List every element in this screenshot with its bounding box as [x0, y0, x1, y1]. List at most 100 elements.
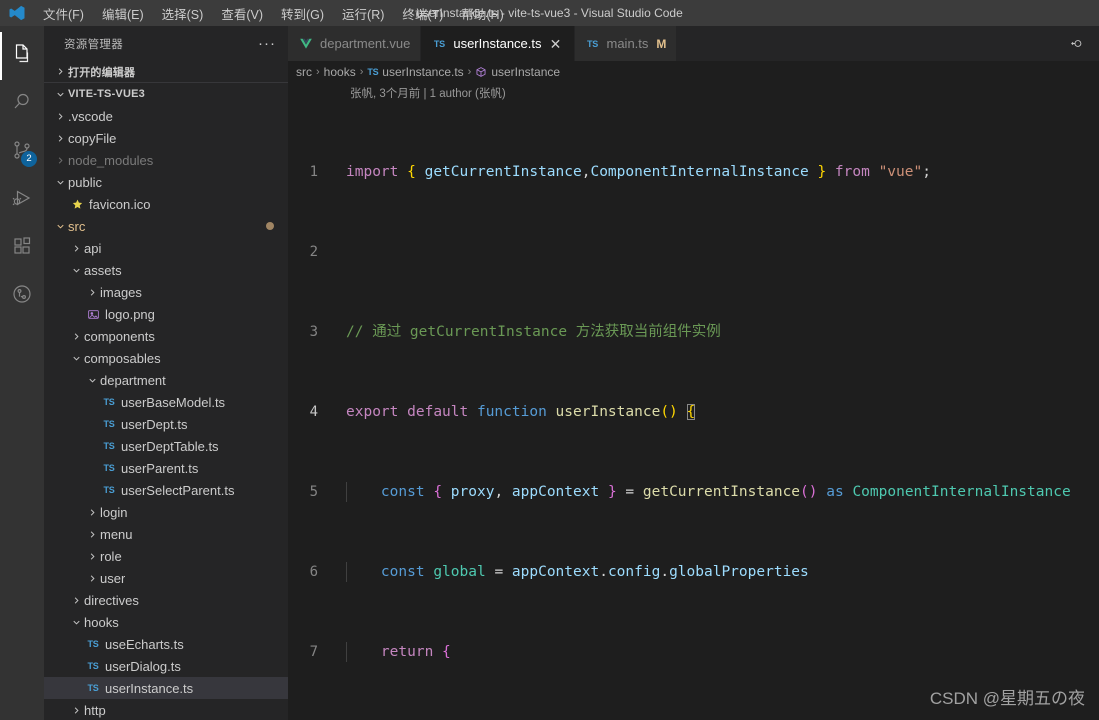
tree-folder-http[interactable]: http	[44, 699, 288, 720]
code-line[interactable]: 6 const global = appContext.config.globa…	[288, 562, 1099, 582]
code-line[interactable]: 2	[288, 242, 1099, 262]
tab-userinstance-ts[interactable]: TS userInstance.ts ✕	[421, 26, 575, 61]
close-icon[interactable]: ✕	[548, 37, 564, 51]
tree-folder-src[interactable]: src	[44, 215, 288, 237]
tree-folder-node-modules[interactable]: node_modules	[44, 149, 288, 171]
line-text[interactable]: const { proxy, appContext } = getCurrent…	[332, 482, 1099, 502]
tree-folder-hooks[interactable]: hooks	[44, 611, 288, 633]
menu-selection[interactable]: 选择(S)	[153, 1, 213, 26]
tree-folder-user[interactable]: user	[44, 567, 288, 589]
tree-file-userparent-ts[interactable]: TS userParent.ts	[44, 457, 288, 479]
more-actions-icon[interactable]: ···	[252, 36, 282, 51]
chevron-right-icon	[84, 507, 100, 518]
activitybar-item-gitlens[interactable]	[0, 272, 44, 320]
menu-view[interactable]: 查看(V)	[212, 1, 272, 26]
code-editor[interactable]: 张帆, 3个月前 | 1 author (张帆) 1 import { getC…	[288, 83, 1099, 720]
tree-folder--vscode[interactable]: .vscode	[44, 105, 288, 127]
code-line[interactable]: 3 // 通过 getCurrentInstance 方法获取当前组件实例	[288, 322, 1099, 342]
line-text[interactable]: export default function userInstance() {	[332, 402, 1099, 422]
tab-main-ts[interactable]: TS main.ts M	[574, 26, 678, 61]
explorer-tree[interactable]: 打开的编辑器 VITE-TS-VUE3 .vscode copyFile node_…	[44, 61, 288, 720]
tree-item-label: useEcharts.ts	[105, 636, 184, 652]
breadcrumb-item-src[interactable]: src	[296, 65, 312, 79]
tree-folder-images[interactable]: images	[44, 281, 288, 303]
tab-label: userInstance.ts	[453, 36, 542, 51]
symbol-function-icon	[475, 66, 487, 78]
line-number: 7	[309, 644, 318, 660]
tree-file-userinstance-ts[interactable]: TS userInstance.ts	[44, 677, 288, 699]
title-bar: 文件(F) 编辑(E) 选择(S) 查看(V) 转到(G) 运行(R) 终端(T…	[0, 0, 1099, 26]
ts-icon: TS	[87, 683, 99, 693]
menu-file[interactable]: 文件(F)	[34, 1, 93, 26]
activitybar-item-run-debug[interactable]	[0, 176, 44, 224]
section-open-editors[interactable]: 打开的编辑器	[44, 61, 288, 83]
tree-item-label: .vscode	[68, 108, 113, 124]
run-python-file-icon[interactable]	[1068, 35, 1085, 52]
tree-folder-role[interactable]: role	[44, 545, 288, 567]
tree-item-label: components	[84, 328, 155, 344]
activitybar-item-search[interactable]	[0, 80, 44, 128]
tree-folder-directives[interactable]: directives	[44, 589, 288, 611]
tree-folder-copyfile[interactable]: copyFile	[44, 127, 288, 149]
tree-folder-components[interactable]: components	[44, 325, 288, 347]
tree-file-userselectparent-ts[interactable]: TS userSelectParent.ts	[44, 479, 288, 501]
ts-icon: TS	[103, 441, 115, 451]
tree-item-label: userSelectParent.ts	[121, 482, 235, 498]
menu-run[interactable]: 运行(R)	[333, 1, 393, 26]
code-line[interactable]: 7 return {	[288, 642, 1099, 662]
line-text[interactable]	[332, 242, 1099, 262]
tab-label: department.vue	[320, 36, 411, 51]
breadcrumb[interactable]: src › hooks › TS userInstance.ts › userI…	[288, 61, 1099, 83]
tree-file-favicon-ico[interactable]: favicon.ico	[44, 193, 288, 215]
breadcrumb-item-symbol[interactable]: userInstance	[475, 65, 560, 79]
tree-file-userdepttable-ts[interactable]: TS userDeptTable.ts	[44, 435, 288, 457]
code-line[interactable]: 5 const { proxy, appContext } = getCurre…	[288, 482, 1099, 502]
breadcrumb-item-hooks[interactable]: hooks	[324, 65, 356, 79]
tree-file-userdept-ts[interactable]: TS userDept.ts	[44, 413, 288, 435]
line-number: 5	[309, 484, 318, 500]
menu-edit[interactable]: 编辑(E)	[93, 1, 153, 26]
tree-folder-assets[interactable]: assets	[44, 259, 288, 281]
chevron-right-icon	[68, 705, 84, 716]
tree-folder-menu[interactable]: menu	[44, 523, 288, 545]
ts-icon: TS	[103, 463, 115, 473]
activitybar-item-extensions[interactable]	[0, 224, 44, 272]
tree-file-userbasemodel-ts[interactable]: TS userBaseModel.ts	[44, 391, 288, 413]
menu-go[interactable]: 转到(G)	[272, 1, 333, 26]
line-text[interactable]: import { getCurrentInstance,ComponentInt…	[332, 162, 1099, 182]
line-text[interactable]: return {	[332, 642, 1099, 662]
line-text[interactable]: const global = appContext.config.globalP…	[332, 562, 1099, 582]
section-project-root[interactable]: VITE-TS-VUE3	[44, 83, 288, 105]
tree-file-logo-png[interactable]: logo.png	[44, 303, 288, 325]
tree-file-userdialog-ts[interactable]: TS userDialog.ts	[44, 655, 288, 677]
star-icon	[68, 198, 86, 211]
breadcrumb-item-file[interactable]: TS userInstance.ts	[367, 65, 463, 79]
code-line[interactable]: 1 import { getCurrentInstance,ComponentI…	[288, 162, 1099, 182]
line-text[interactable]: // 通过 getCurrentInstance 方法获取当前组件实例	[332, 322, 1099, 342]
tree-item-label: favicon.ico	[89, 196, 151, 212]
breadcrumb-label: userInstance	[491, 65, 561, 79]
git-codelens[interactable]: 张帆, 3个月前 | 1 author (张帆)	[288, 83, 1099, 102]
menu-help[interactable]: 帮助(H)	[452, 1, 512, 26]
tree-folder-department[interactable]: department	[44, 369, 288, 391]
tree-folder-api[interactable]: api	[44, 237, 288, 259]
menu-terminal[interactable]: 终端(T)	[393, 1, 452, 26]
activitybar-item-source-control[interactable]: 2	[0, 128, 44, 176]
tree-file-useecharts-ts[interactable]: TS useEcharts.ts	[44, 633, 288, 655]
chevron-right-icon: ›	[359, 66, 364, 78]
gitlens-icon	[10, 282, 34, 311]
chevron-down-icon	[52, 221, 68, 232]
code-content[interactable]: 1 import { getCurrentInstance,ComponentI…	[288, 102, 1099, 720]
tab-bar-filler	[677, 26, 1099, 61]
tab-department-vue[interactable]: department.vue	[288, 26, 422, 61]
ts-icon: TS	[103, 485, 115, 495]
line-number: 6	[309, 564, 318, 580]
tree-item-label: directives	[84, 592, 139, 608]
tree-item-label: assets	[84, 262, 122, 278]
tree-folder-login[interactable]: login	[44, 501, 288, 523]
tree-folder-composables[interactable]: composables	[44, 347, 288, 369]
activitybar-item-explorer[interactable]	[0, 32, 44, 80]
code-line[interactable]: 4 export default function userInstance()…	[288, 402, 1099, 422]
tree-folder-public[interactable]: public	[44, 171, 288, 193]
menu-bar[interactable]: 文件(F) 编辑(E) 选择(S) 查看(V) 转到(G) 运行(R) 终端(T…	[34, 1, 513, 26]
